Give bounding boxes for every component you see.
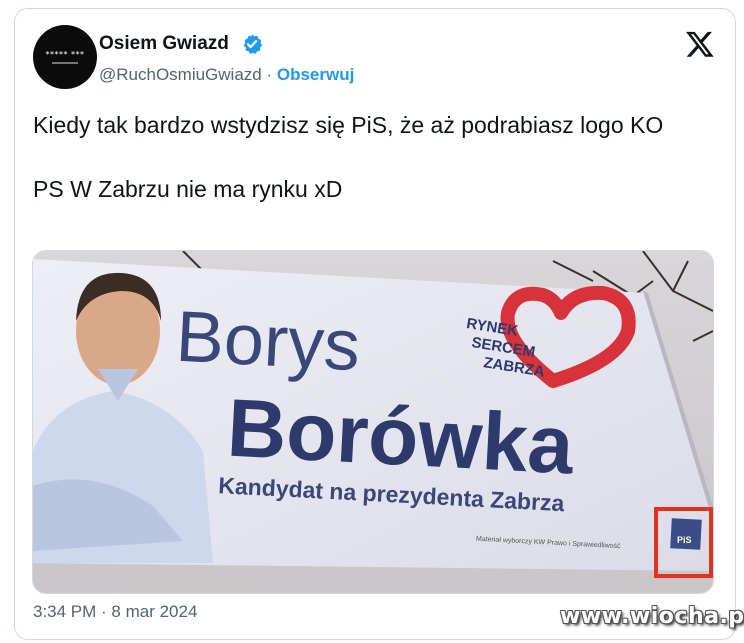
banner-first-name: Borys [174, 297, 362, 387]
handle-row: @RuchOsmiuGwiazd · Obserwuj [99, 65, 354, 85]
tweet-media-image[interactable]: RYNEK SERCEM ZABRZA Borys Borówka Kandyd… [32, 250, 714, 594]
tweet-timestamp[interactable]: 3:34 PM · 8 mar 2024 [33, 602, 197, 622]
avatar[interactable]: ***** *** [33, 25, 97, 89]
author-name[interactable]: Osiem Gwiazd [99, 33, 229, 55]
watermark: www.wiocha.pl [560, 604, 744, 629]
author-handle[interactable]: @RuchOsmiuGwiazd [99, 65, 262, 84]
separator: · [261, 65, 277, 84]
follow-link[interactable]: Obserwuj [277, 65, 354, 84]
tweet-card: ***** *** Osiem Gwiazd @RuchOsmiuGwiazd … [14, 8, 736, 640]
verified-badge-icon [243, 34, 263, 54]
banner-photo: RYNEK SERCEM ZABRZA Borys Borówka Kandyd… [33, 251, 713, 593]
tweet-text-line2: PS W Zabrzu nie ma rynku xD [33, 176, 343, 202]
party-logo [670, 518, 702, 550]
tweet-text-line1: Kiedy tak bardzo wstydzisz się PiS, że a… [33, 112, 664, 138]
party-logo-text: PiS [677, 535, 692, 545]
tweet-text: Kiedy tak bardzo wstydzisz się PiS, że a… [33, 109, 723, 205]
avatar-text: ***** *** [45, 50, 85, 59]
x-logo-icon[interactable] [685, 29, 715, 59]
avatar-underline [52, 62, 78, 64]
